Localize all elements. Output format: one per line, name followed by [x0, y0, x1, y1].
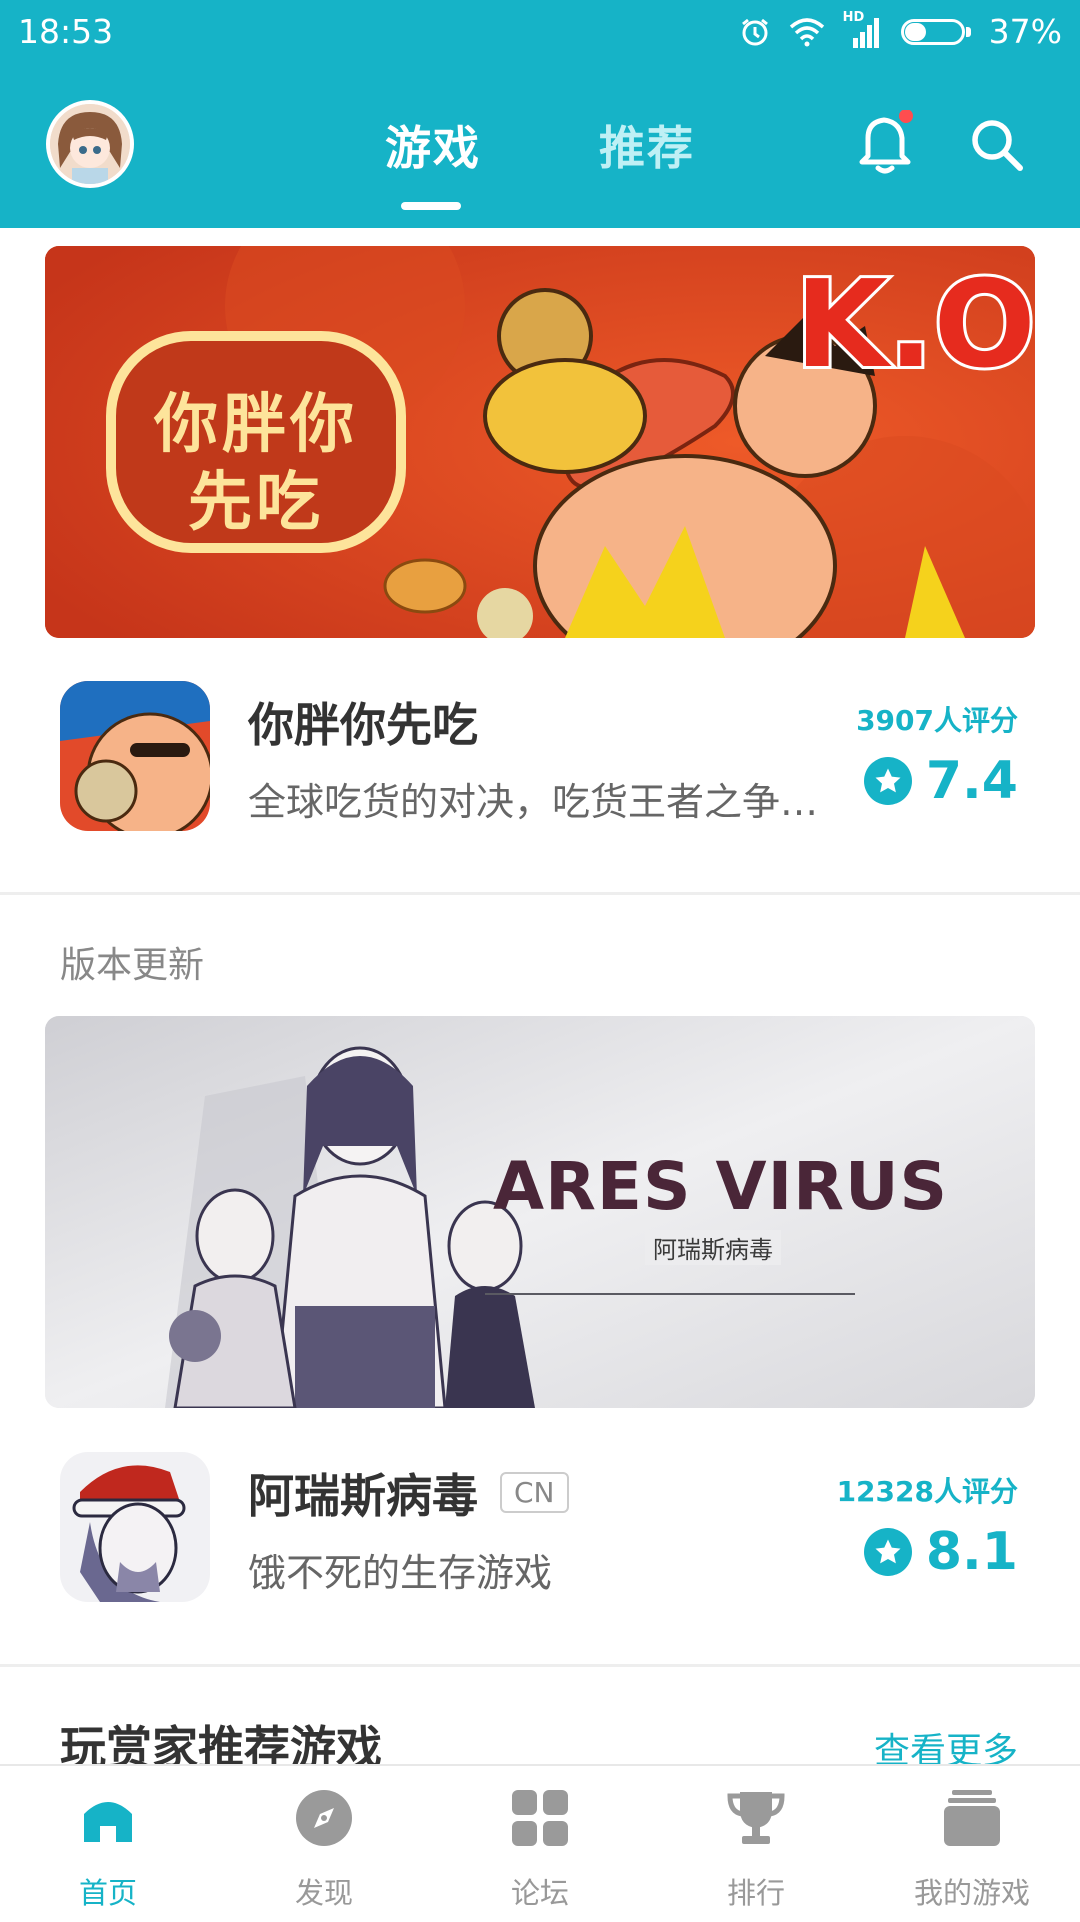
nav-item-ranking[interactable]: 排行 — [648, 1766, 864, 1922]
active-tab-indicator — [401, 202, 461, 210]
status-bar: 18:53 HD 37% — [0, 0, 1080, 62]
nav-item-discover[interactable]: 发现 — [216, 1766, 432, 1922]
game-description: 饿不死的生存游戏 — [248, 1551, 553, 1595]
compass-icon — [294, 1788, 354, 1848]
status-icons: HD 37% — [739, 10, 1062, 51]
nav-item-my-games[interactable]: 我的游戏 — [864, 1766, 1080, 1922]
nav-item-forum[interactable]: 论坛 — [432, 1766, 648, 1922]
rating-count: 12328人评分 — [836, 1475, 1018, 1508]
status-time: 18:53 — [18, 12, 114, 51]
bottom-navigation: 首页 发现 论坛 排行 我的游戏 — [0, 1764, 1080, 1920]
banner-game-logo: ARES VIRUS — [493, 1148, 949, 1225]
nav-label: 论坛 — [510, 1876, 569, 1910]
bell-icon[interactable] — [856, 109, 916, 180]
nav-label: 排行 — [726, 1876, 785, 1910]
nav-label: 首页 — [78, 1876, 137, 1910]
score-value: 7.4 — [925, 751, 1018, 811]
banner-game-subtitle: 阿瑞斯病毒 — [645, 1230, 781, 1265]
nav-label: 我的游戏 — [913, 1876, 1030, 1910]
banner-ko-text: K.O — [795, 256, 1035, 395]
battery-icon — [900, 17, 971, 47]
section-divider — [0, 1664, 1080, 1667]
game-icon[interactable] — [60, 681, 210, 831]
featured-game-row[interactable]: 你胖你先吃 全球吃货的对决，吃货王者之争一... 3907人评分 7.4 — [0, 681, 1080, 831]
notification-dot — [899, 109, 913, 123]
game-icon[interactable] — [60, 1452, 210, 1602]
game-score: 7.4 — [863, 751, 1018, 811]
search-icon[interactable] — [968, 116, 1026, 178]
alarm-icon — [739, 16, 771, 48]
star-icon — [863, 757, 912, 805]
grid-icon — [510, 1788, 570, 1848]
banner-logo-text: 你胖你先吃 — [154, 388, 358, 540]
nav-item-home[interactable]: 首页 — [0, 1766, 216, 1922]
tab-games[interactable]: 游戏 — [385, 112, 481, 178]
rating-count: 3907人评分 — [856, 704, 1018, 737]
featured-banner[interactable]: K.O 你胖你先吃 — [45, 246, 1035, 638]
tab-recommend[interactable]: 推荐 — [599, 112, 695, 178]
trophy-icon — [726, 1788, 786, 1848]
home-icon — [78, 1788, 138, 1848]
nav-label: 发现 — [294, 1876, 353, 1910]
wifi-icon — [789, 17, 825, 47]
game-description: 全球吃货的对决，吃货王者之争一... — [248, 780, 848, 824]
section-divider — [0, 892, 1080, 895]
battery-percent: 37% — [988, 12, 1062, 51]
stack-icon — [942, 1788, 1002, 1848]
star-icon — [863, 1528, 912, 1576]
top-app-bar: 18:53 HD 37% 游戏 推荐 — [0, 0, 1080, 228]
version-update-banner[interactable]: ARES VIRUS 阿瑞斯病毒 — [45, 1016, 1035, 1408]
section-label-version-update: 版本更新 — [60, 945, 205, 986]
avatar[interactable] — [46, 100, 134, 188]
game-score: 8.1 — [863, 1522, 1018, 1582]
score-value: 8.1 — [925, 1522, 1018, 1582]
update-game-row[interactable]: 阿瑞斯病毒 CN 饿不死的生存游戏 12328人评分 8.1 — [0, 1452, 1080, 1602]
signal-icon: HD — [843, 10, 883, 48]
region-tag: CN — [500, 1472, 569, 1513]
game-title: 阿瑞斯病毒 — [248, 1469, 478, 1523]
game-title: 你胖你先吃 — [248, 698, 478, 752]
